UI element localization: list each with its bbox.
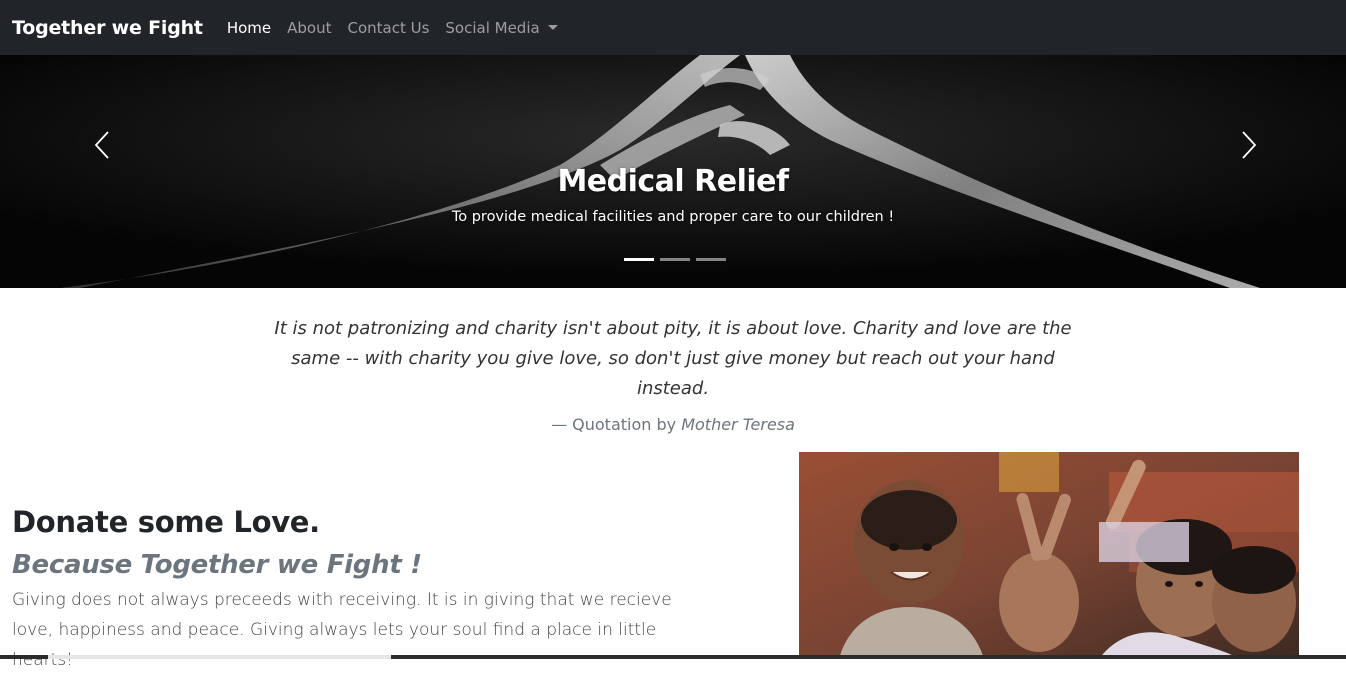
navbar: Together we Fight Home About Contact Us … <box>0 0 1346 55</box>
scrollbar-thumb[interactable] <box>48 655 391 659</box>
nav-link-contact-us[interactable]: Contact Us <box>347 19 429 37</box>
carousel-indicator-2[interactable] <box>660 258 690 261</box>
nav-dropdown-label: Social Media <box>445 18 540 37</box>
quote-footer: — Quotation by Mother Teresa <box>0 415 1346 434</box>
quote-text: It is not patronizing and charity isn't … <box>274 318 1072 399</box>
carousel-caption: Medical Relief To provide medical facili… <box>0 163 1346 225</box>
carousel-indicators <box>624 258 726 261</box>
chevron-right-icon[interactable] <box>1233 130 1263 160</box>
carousel-indicator-1[interactable] <box>624 258 654 261</box>
nav-link-about[interactable]: About <box>287 19 331 37</box>
carousel-indicator-3[interactable] <box>696 258 726 261</box>
horizontal-scrollbar[interactable] <box>0 655 1346 659</box>
quote-block: It is not patronizing and charity isn't … <box>0 314 1346 434</box>
nav-link-home[interactable]: Home <box>227 19 271 37</box>
hero-carousel: Medical Relief To provide medical facili… <box>0 55 1346 288</box>
donate-subtitle: Because Together we Fight ! <box>12 550 422 580</box>
donate-section: Donate some Love. Because Together we Fi… <box>12 503 752 675</box>
quote-author: Mother Teresa <box>681 415 795 434</box>
donate-text: Giving does not always preceeds with rec… <box>12 590 672 670</box>
quote-attribution-prefix: — Quotation by <box>551 415 677 434</box>
children-photo <box>799 452 1299 659</box>
carousel-title: Medical Relief <box>557 164 789 199</box>
donate-title: Donate some Love. <box>12 505 320 539</box>
nav-dropdown-social-media[interactable]: Social Media <box>445 18 558 37</box>
carousel-text: To provide medical facilities and proper… <box>451 209 895 225</box>
caret-down-icon <box>547 24 558 30</box>
chevron-left-icon[interactable] <box>88 130 118 160</box>
brand-logo-link[interactable]: Together we Fight <box>12 17 203 39</box>
